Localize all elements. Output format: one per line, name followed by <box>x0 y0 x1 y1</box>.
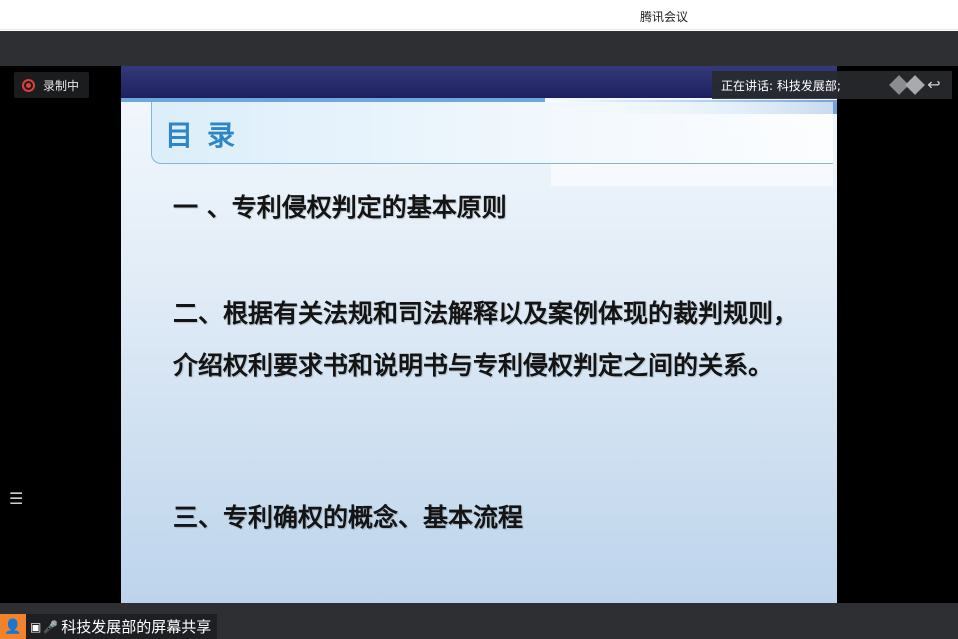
slide-item-3: 三、专利确权的概念、基本流程 <box>173 503 524 532</box>
screen-share-tag: 👤 ▣ 🎤 科技发展部的屏幕共享 <box>0 614 218 639</box>
top-toolbar <box>0 31 958 66</box>
meeting-window: 腾讯会议 目录 一 、专利侵权判定的基本原则 二、根据有关法规和司法解释以及案例… <box>0 0 958 639</box>
screen-share-label: 科技发展部的屏幕共享 <box>61 618 212 636</box>
microphone-icon: 🎤 <box>43 619 59 634</box>
speaker-controls: ↩ <box>889 75 944 95</box>
return-icon[interactable]: ↩ <box>924 75 944 95</box>
slide-item-2: 二、根据有关法规和司法解释以及案例体现的裁判规则，介绍权利要求书和说明书与专利侵… <box>173 299 799 380</box>
user-icon: 👤 <box>0 614 26 639</box>
speaking-label: 正在讲话: 科技发展部; <box>721 78 841 93</box>
list-icon[interactable]: ☰ <box>9 489 29 509</box>
record-icon <box>22 78 35 92</box>
slide-title: 目录 <box>165 119 250 152</box>
speaking-indicator: 正在讲话: 科技发展部; ↩ <box>712 71 952 99</box>
recording-indicator[interactable]: 录制中 <box>14 72 90 98</box>
screen-share-icon: ▣ <box>30 619 42 634</box>
recording-label: 录制中 <box>43 78 80 93</box>
diamond-icon <box>905 75 925 95</box>
title-bar: 腾讯会议 <box>0 0 958 30</box>
slide-item-1: 一 、专利侵权判定的基本原则 <box>173 193 507 222</box>
window-title: 腾讯会议 <box>639 10 688 24</box>
slide-title-box <box>151 102 833 164</box>
shared-slide: 目录 一 、专利侵权判定的基本原则 二、根据有关法规和司法解释以及案例体现的裁判… <box>121 66 837 603</box>
